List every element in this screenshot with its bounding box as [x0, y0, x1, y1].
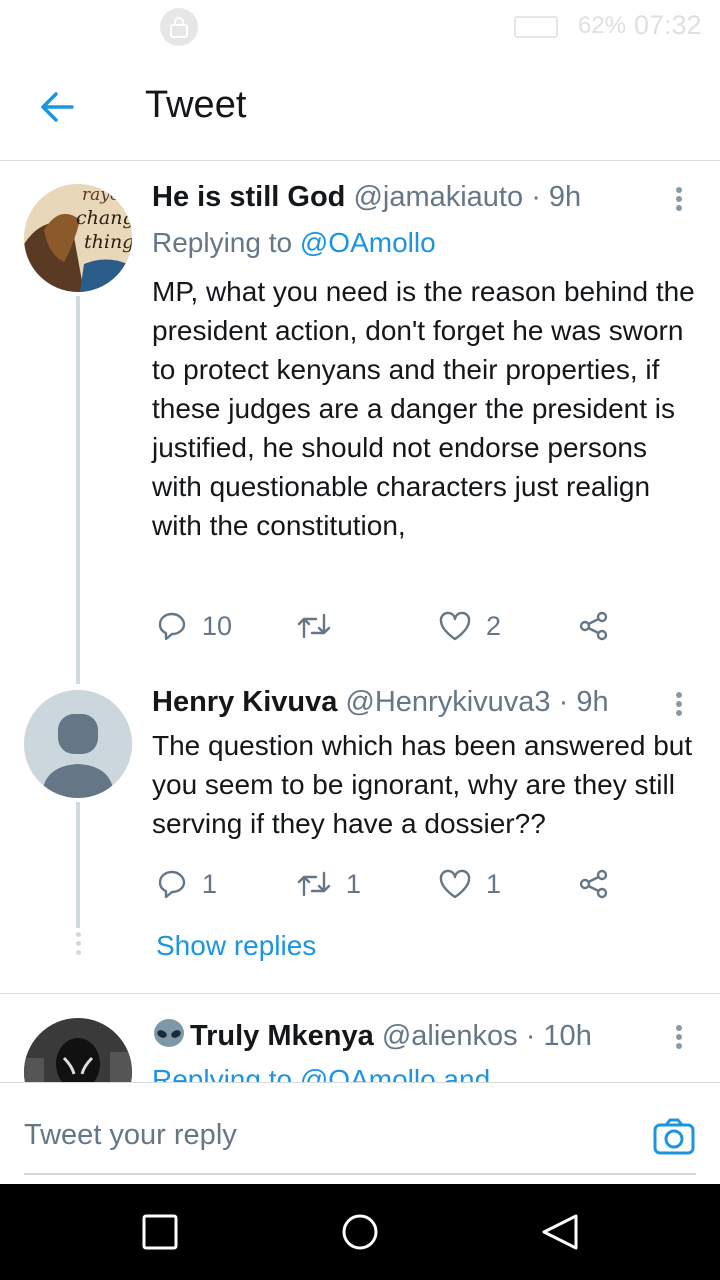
- retweet-button[interactable]: 1: [296, 864, 361, 904]
- display-name[interactable]: Henry Kivuva: [152, 686, 337, 718]
- tweet-actions: 10 2: [152, 606, 622, 646]
- camera-icon[interactable]: [652, 1115, 696, 1159]
- like-button[interactable]: 1: [438, 864, 501, 904]
- thread-line: [76, 296, 80, 684]
- like-count: 2: [486, 610, 502, 641]
- reply-button[interactable]: 1: [156, 864, 217, 904]
- tweet-3-clip: Truly Mkenya @alienkos · 10h Replying to…: [0, 994, 720, 1082]
- timestamp: · 10h: [525, 1020, 592, 1052]
- page-title: Tweet: [145, 84, 247, 126]
- replying-to: Replying to @OAmollo and: [152, 1064, 490, 1082]
- retweet-count: 1: [346, 868, 362, 899]
- retweet-button[interactable]: [296, 606, 332, 646]
- reply-button[interactable]: 10: [156, 606, 232, 646]
- system-nav-bar: [0, 1184, 720, 1280]
- handle[interactable]: @jamakiauto: [353, 181, 523, 213]
- thread-dots: [74, 932, 82, 959]
- reply-placeholder: Tweet your reply: [24, 1119, 237, 1151]
- tweet-actions: 1 1 1: [152, 864, 622, 904]
- thread-line: [76, 802, 80, 928]
- timestamp: · 9h: [558, 686, 609, 718]
- replying-to: Replying to @OAmollo: [152, 227, 436, 259]
- handle[interactable]: @Henrykivuva3: [345, 686, 550, 718]
- tweet-text: The question which has been answered but…: [152, 730, 693, 839]
- retweet-icon: [297, 871, 331, 897]
- clock: 07:32: [634, 10, 702, 40]
- retweet-icon: [297, 613, 331, 639]
- share-icon: [579, 869, 608, 899]
- avatar[interactable]: [24, 690, 132, 798]
- more-options-icon[interactable]: [666, 1022, 692, 1052]
- tweet-text: MP, what you need is the reason behind t…: [152, 276, 695, 541]
- heart-icon: [439, 869, 471, 899]
- reply-count: 1: [202, 868, 218, 899]
- more-options-icon[interactable]: [666, 689, 692, 719]
- svg-text:chang: chang: [76, 207, 132, 229]
- handle[interactable]: @alienkos: [382, 1020, 518, 1052]
- more-options-icon[interactable]: [666, 184, 692, 214]
- battery-icon: [514, 16, 558, 38]
- replying-text[interactable]: Replying to @OAmollo and: [152, 1064, 490, 1082]
- svg-text:thing: thing: [84, 231, 132, 253]
- tweet-header: He is still God @jamakiauto · 9h: [152, 181, 581, 214]
- tweet-header: Truly Mkenya @alienkos · 10h: [152, 1018, 592, 1053]
- notification-icons: [22, 14, 132, 38]
- back-triangle-icon[interactable]: [540, 1212, 580, 1252]
- battery-percent: 62%: [578, 12, 627, 39]
- reply-input[interactable]: Tweet your reply: [24, 1103, 696, 1175]
- heart-icon: [439, 611, 471, 641]
- svg-text:rayer: rayer: [82, 185, 129, 205]
- like-count: 1: [486, 868, 502, 899]
- reply-count: 10: [202, 610, 233, 641]
- share-button[interactable]: [578, 606, 610, 646]
- signal-icon: [466, 24, 506, 36]
- show-replies-link[interactable]: Show replies: [156, 930, 316, 962]
- like-button[interactable]: 2: [438, 606, 501, 646]
- replying-prefix: Replying to: [152, 227, 293, 258]
- reply-icon: [158, 870, 186, 899]
- display-name[interactable]: Truly Mkenya: [190, 1020, 374, 1052]
- reply-composer: Tweet your reply: [0, 1082, 720, 1184]
- mention-link[interactable]: @OAmollo: [300, 227, 436, 258]
- lock-icon: [160, 8, 198, 46]
- reply-icon: [158, 612, 186, 641]
- recents-square-icon[interactable]: [140, 1212, 180, 1252]
- timestamp: · 9h: [531, 181, 582, 213]
- home-circle-icon[interactable]: [340, 1212, 380, 1252]
- alien-emoji-icon: [154, 1019, 184, 1047]
- share-icon: [579, 611, 608, 641]
- display-name[interactable]: He is still God: [152, 181, 345, 213]
- tweet-header: Henry Kivuva @Henrykivuva3 · 9h: [152, 686, 609, 719]
- share-button[interactable]: [578, 864, 610, 904]
- avatar[interactable]: rayer chang thing: [24, 184, 132, 292]
- status-bar: 62% 07:32: [0, 0, 720, 54]
- back-arrow-icon[interactable]: [36, 86, 78, 128]
- top-app-bar: Tweet: [0, 54, 720, 161]
